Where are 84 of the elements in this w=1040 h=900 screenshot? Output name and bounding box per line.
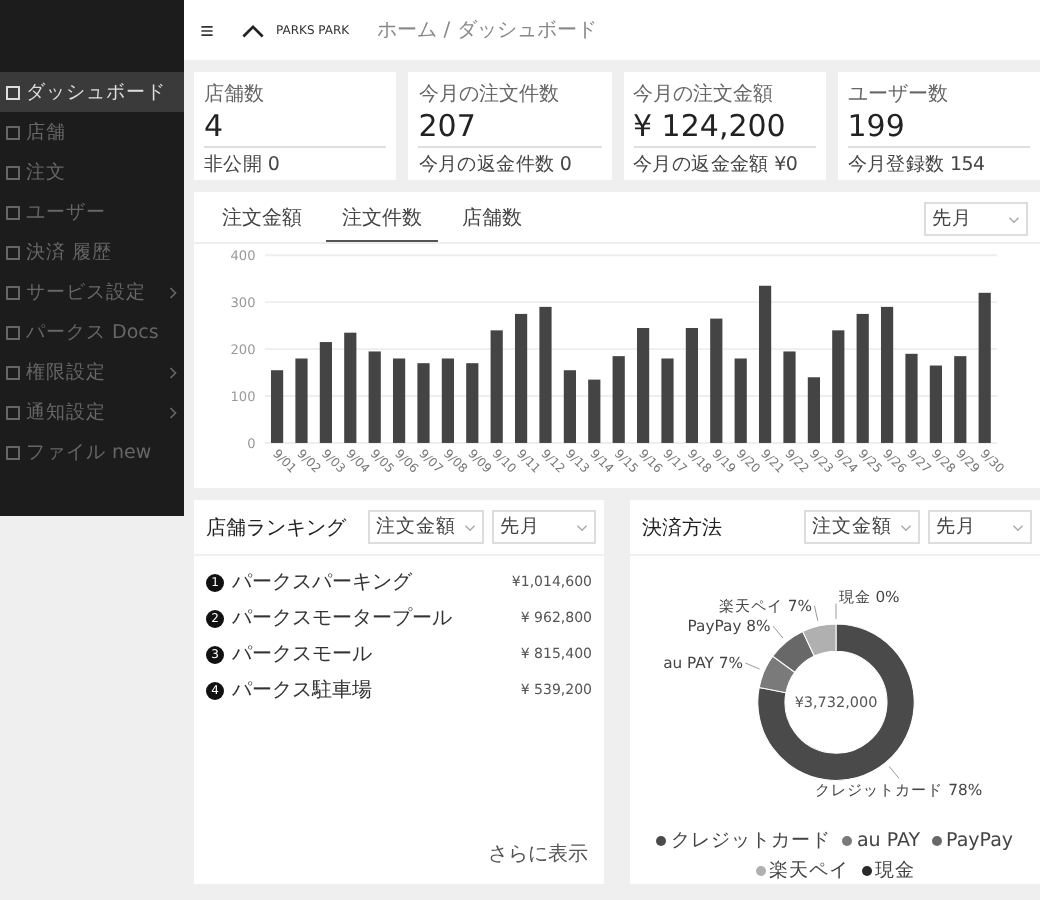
- bar: [539, 306, 552, 443]
- stat-subtext: 今月の返金件数 0: [418, 152, 574, 178]
- metric-dropdown[interactable]: 注文金額: [804, 510, 920, 544]
- period-dropdown[interactable]: 先月: [924, 202, 1028, 236]
- store-name: パークス駐車場: [232, 677, 372, 704]
- leader-line: [744, 662, 759, 670]
- stat-value: ¥ 124,200: [633, 108, 816, 148]
- period-dropdown[interactable]: 先月: [492, 510, 596, 544]
- stat-subtext: 今月登録数 154: [847, 152, 987, 178]
- bar: [271, 370, 284, 443]
- stat-label: 店舗数: [204, 81, 266, 108]
- slice-label: PayPay 8%: [686, 617, 770, 636]
- legend-label[interactable]: 現金: [875, 858, 915, 884]
- bar: [710, 318, 723, 443]
- bar: [588, 379, 601, 443]
- leader-line: [813, 605, 818, 622]
- bar: [929, 365, 942, 443]
- stat-value: 207: [418, 108, 601, 148]
- legend-dot: [932, 836, 943, 846]
- bar: [466, 363, 479, 443]
- logo-icon: [242, 23, 264, 37]
- leader-line: [834, 603, 836, 620]
- caret-icon: [900, 523, 912, 531]
- bar: [954, 356, 967, 443]
- slice-label: 現金 0%: [837, 587, 899, 606]
- stat-label: 今月の注文件数: [418, 81, 561, 108]
- sidebar-item[interactable]: ダッシュボード: [0, 72, 184, 112]
- leader-line: [887, 765, 899, 779]
- leader-line: [771, 625, 783, 639]
- bar: [685, 328, 698, 443]
- slice-label: 楽天ペイ 7%: [717, 597, 811, 616]
- legend-label[interactable]: クレジットカード: [670, 828, 831, 854]
- panel-title: 店舗ランキング: [206, 515, 346, 541]
- slice-label: クレジットカード 78%: [814, 781, 982, 800]
- bar: [368, 351, 381, 443]
- bar: [295, 358, 308, 443]
- metric-dropdown[interactable]: 注文金額: [368, 510, 484, 544]
- stat-label: ユーザー数: [847, 82, 950, 108]
- bar: [417, 363, 430, 443]
- show-more-link[interactable]: さらに表示: [488, 840, 588, 868]
- bar: [734, 358, 747, 443]
- legend-dot: [842, 836, 853, 846]
- caret-icon: [464, 523, 476, 531]
- bar: [661, 358, 674, 443]
- bar: [637, 328, 650, 443]
- legend-label[interactable]: au PAY: [856, 830, 921, 852]
- bar: [393, 358, 406, 443]
- store-name: パークスモール: [232, 642, 372, 668]
- bar: [612, 356, 625, 443]
- bar: [563, 370, 576, 443]
- chart-tab[interactable]: 店舗数: [446, 196, 538, 242]
- bar: [856, 313, 869, 443]
- stat-subtext: 今月の返金金額 ¥0: [633, 152, 800, 178]
- bar: [783, 351, 796, 443]
- stat-subtext: 非公開 0: [204, 152, 282, 178]
- bar: [881, 306, 894, 443]
- legend-label[interactable]: PayPay: [946, 830, 1014, 852]
- legend-label[interactable]: 楽天ペイ: [769, 858, 849, 884]
- menu-icon[interactable]: [200, 23, 214, 37]
- store-name: パークスパーキング: [232, 570, 412, 596]
- period-dropdown[interactable]: 先月: [928, 510, 1032, 544]
- bar: [319, 342, 332, 443]
- slice-label: au PAY 7%: [662, 654, 742, 673]
- stat-value: 199: [847, 108, 1030, 148]
- caret-icon: [1012, 523, 1024, 531]
- legend-dot: [656, 836, 667, 846]
- caret-icon: [1008, 215, 1020, 223]
- caret-icon: [576, 523, 588, 531]
- stat-label: 今月の注文金額: [633, 81, 775, 108]
- stat-value: 4: [204, 108, 387, 148]
- store-name: パークスモータープール: [232, 605, 452, 632]
- bar: [905, 353, 918, 443]
- bar: [832, 330, 845, 443]
- bar: [807, 377, 820, 443]
- breadcrumb[interactable]: ホーム / ダッシュボード: [377, 16, 597, 44]
- bar: [441, 358, 454, 443]
- legend-dot: [755, 866, 765, 876]
- legend-dot: [861, 866, 871, 876]
- chart-tab[interactable]: 注文金額: [206, 196, 318, 242]
- bar: [515, 313, 528, 443]
- chart-tab[interactable]: 注文件数: [326, 196, 438, 242]
- bar: [490, 330, 503, 443]
- bar: [344, 332, 357, 443]
- panel-title: 決済方法: [642, 515, 722, 541]
